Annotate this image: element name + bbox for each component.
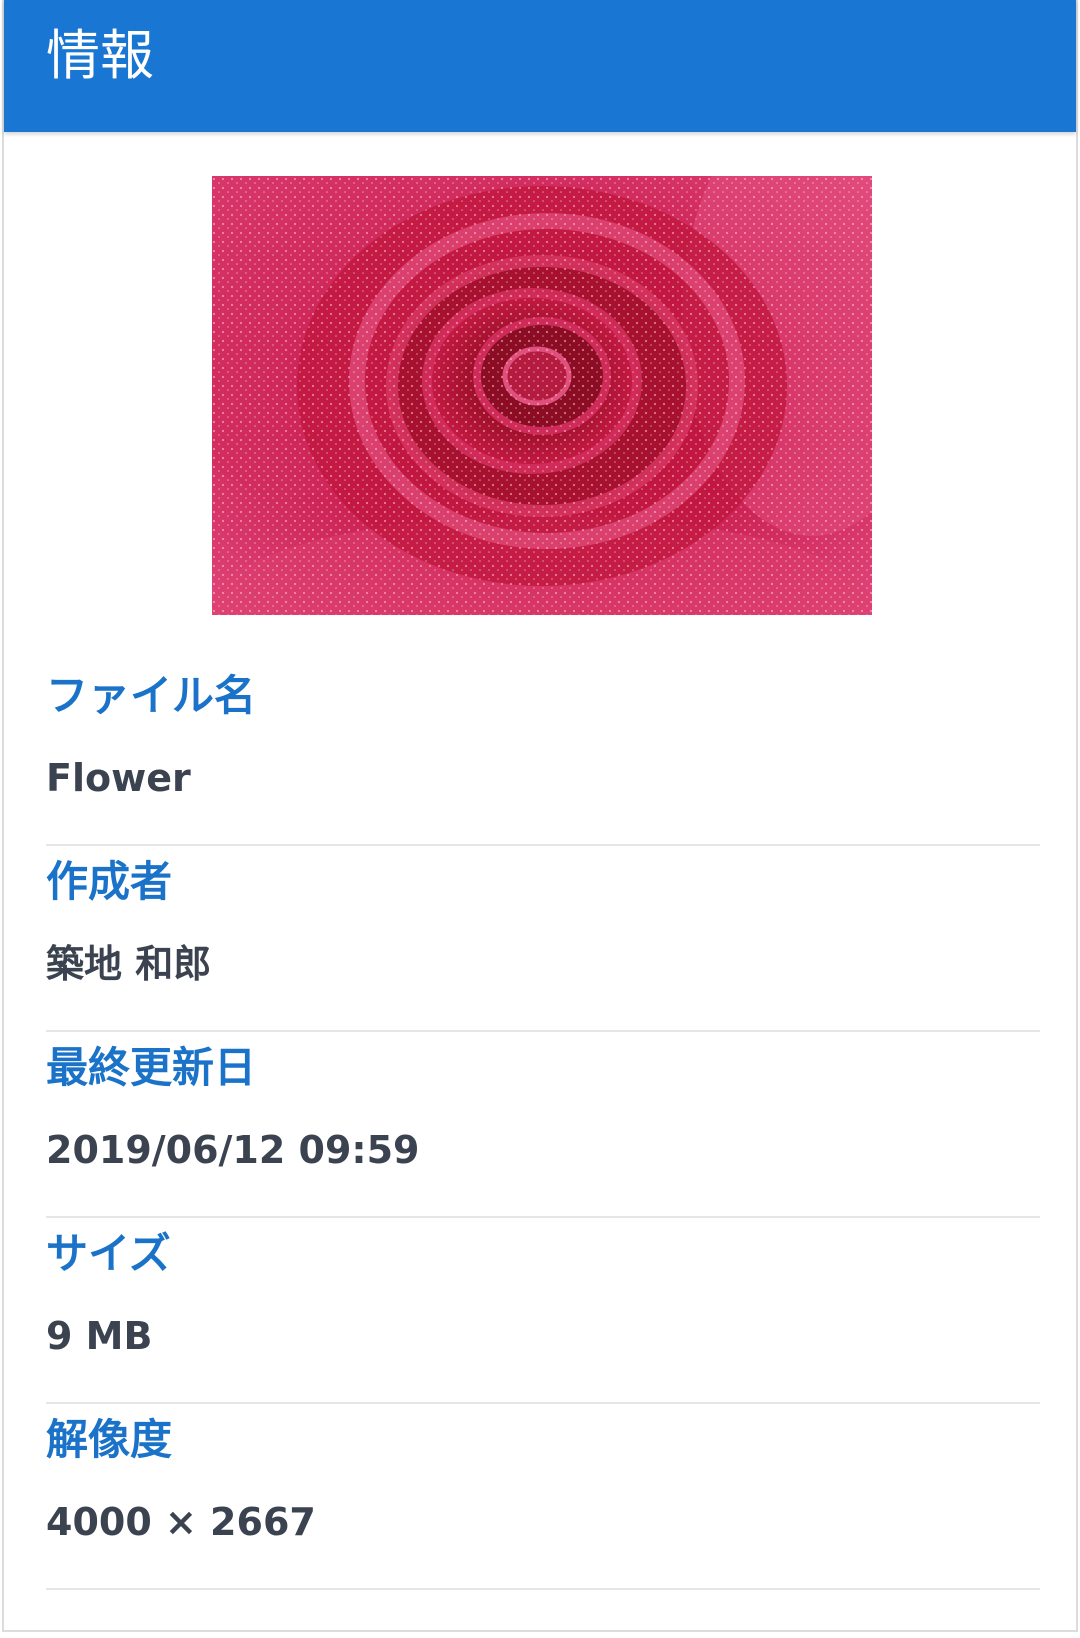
info-row-filename: ファイル名 Flower [46, 662, 1040, 846]
modified-label: 最終更新日 [46, 1043, 257, 1092]
size-value: 9 MB [46, 1314, 153, 1358]
rose-image [212, 176, 872, 615]
page-title: 情報 [46, 24, 154, 87]
info-row-resolution: 解像度 4000 × 2667 [46, 1406, 1040, 1590]
filename-value: Flower [46, 756, 191, 800]
author-label: 作成者 [46, 857, 173, 906]
author-value: 築地 和郎 [46, 942, 212, 986]
info-panel: 情報 ファイル名 Flower 作成者 築地 和郎 最終更新日 2019/06/… [2, 0, 1078, 1632]
info-row-author: 作成者 築地 和郎 [46, 848, 1040, 1032]
info-row-modified: 最終更新日 2019/06/12 09:59 [46, 1034, 1040, 1218]
filename-label: ファイル名 [46, 671, 257, 720]
app-bar: 情報 [4, 0, 1076, 132]
info-row-size: サイズ 9 MB [46, 1220, 1040, 1404]
size-label: サイズ [46, 1229, 171, 1278]
modified-value: 2019/06/12 09:59 [46, 1128, 420, 1172]
resolution-label: 解像度 [46, 1415, 173, 1464]
resolution-value: 4000 × 2667 [46, 1500, 316, 1544]
image-preview [212, 176, 872, 615]
info-list: ファイル名 Flower 作成者 築地 和郎 最終更新日 2019/06/12 … [46, 662, 1040, 1592]
